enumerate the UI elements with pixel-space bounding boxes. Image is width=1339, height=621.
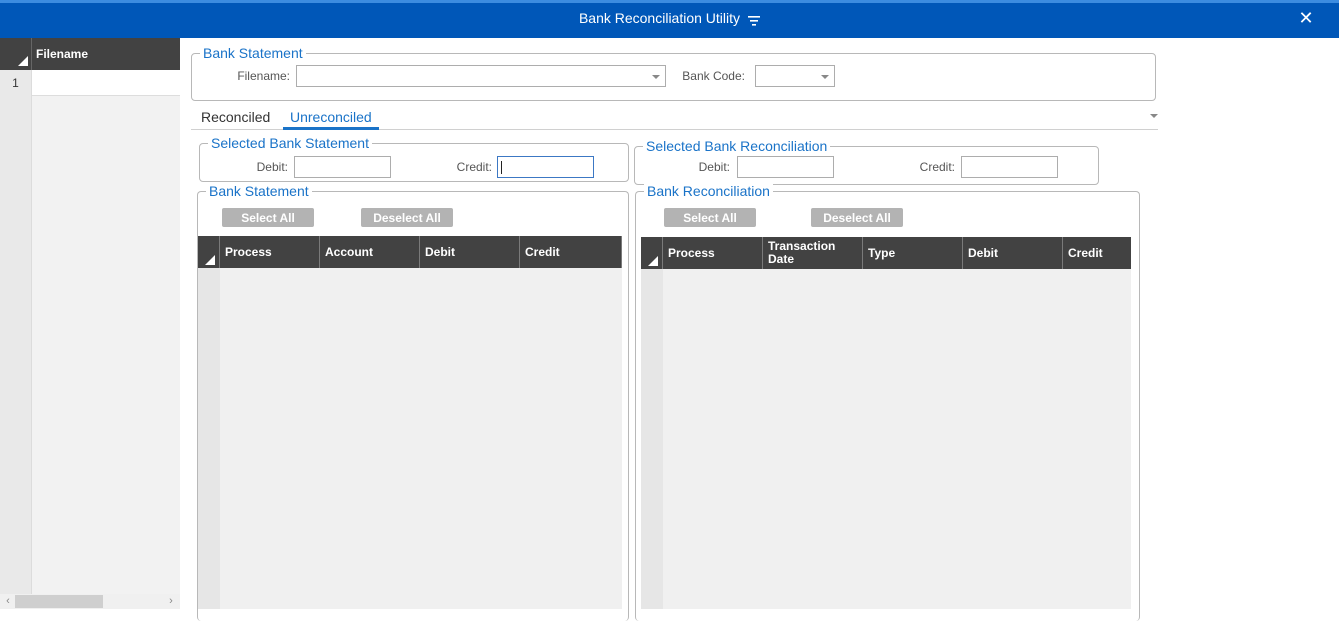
bank-code-label: Bank Code: [682,69,745,83]
bank-code-combobox[interactable] [755,65,835,87]
chevron-down-icon [821,75,829,79]
selected-reconciliation-credit-label: Credit: [919,160,955,174]
statement-col-account[interactable]: Account [320,236,420,268]
statement-grid-row-numbers [198,268,220,609]
selected-statement-legend: Selected Bank Statement [208,135,372,151]
statement-grid-legend: Bank Statement [206,183,312,199]
close-button[interactable]: ✕ [1297,9,1315,27]
window-title-label: Bank Reconciliation Utility [578,9,741,26]
file-list-scroll-thumb[interactable] [15,595,103,608]
selected-statement-debit-input[interactable] [294,156,391,178]
selected-reconciliation-debit-label: Debit: [698,160,730,174]
sort-corner-icon [648,256,658,266]
sort-corner-icon [205,255,215,265]
filename-label: Filename: [237,69,290,83]
tab-reconciled[interactable]: Reconciled [201,109,270,125]
statement-select-all-button[interactable]: Select All [222,208,314,227]
tab-overflow-chevron-icon[interactable] [1150,114,1158,118]
selected-statement-debit-label: Debit: [256,160,288,174]
sort-corner-icon [18,56,28,66]
reconciliation-col-credit[interactable]: Credit [1063,237,1131,269]
chevron-down-icon [652,75,660,79]
panel-splitter[interactable] [180,38,186,609]
statement-grid-body[interactable] [198,268,622,609]
reconciliation-col-process[interactable]: Process [663,237,763,269]
selected-reconciliation-legend: Selected Bank Reconciliation [643,138,831,154]
selected-statement-credit-label: Credit: [456,160,492,174]
reconciliation-col-type[interactable]: Type [863,237,963,269]
selected-reconciliation-debit-input[interactable] [737,156,834,178]
filename-combobox[interactable] [296,65,666,87]
reconciliation-grid-legend: Bank Reconciliation [644,183,773,199]
file-list-corner[interactable] [0,38,32,70]
reconciliation-col-debit[interactable]: Debit [963,237,1063,269]
reconciliation-grid-body[interactable] [641,269,1131,609]
bank-statement-legend: Bank Statement [200,45,306,61]
scroll-left-icon[interactable]: ‹ [2,594,14,609]
statement-col-process[interactable]: Process [220,236,320,268]
file-list-row-numbers [0,38,32,609]
reconciliation-grid-corner[interactable] [641,237,663,269]
close-icon: ✕ [1298,8,1314,28]
selected-reconciliation-credit-input[interactable] [961,156,1058,178]
filename-column-header[interactable]: Filename [36,38,88,70]
scroll-right-icon[interactable]: › [165,594,177,609]
active-tab-indicator [283,127,379,130]
statement-col-credit[interactable]: Credit [520,236,622,268]
statement-grid-corner[interactable] [198,236,220,268]
file-list-row-number: 1 [0,70,32,96]
statement-col-debit[interactable]: Debit [420,236,520,268]
filter-lines-icon[interactable] [748,13,761,26]
reconciliation-col-transaction-date[interactable]: Transaction Date [763,237,863,269]
window-title: Bank Reconciliation Utility [0,0,1339,35]
statement-deselect-all-button[interactable]: Deselect All [361,208,453,227]
reconciliation-grid-row-numbers [641,269,663,609]
reconciliation-select-all-button[interactable]: Select All [664,208,756,227]
text-cursor [501,161,502,174]
reconciliation-deselect-all-button[interactable]: Deselect All [811,208,903,227]
tab-unreconciled[interactable]: Unreconciled [290,109,372,125]
selected-statement-credit-input[interactable] [497,156,594,178]
